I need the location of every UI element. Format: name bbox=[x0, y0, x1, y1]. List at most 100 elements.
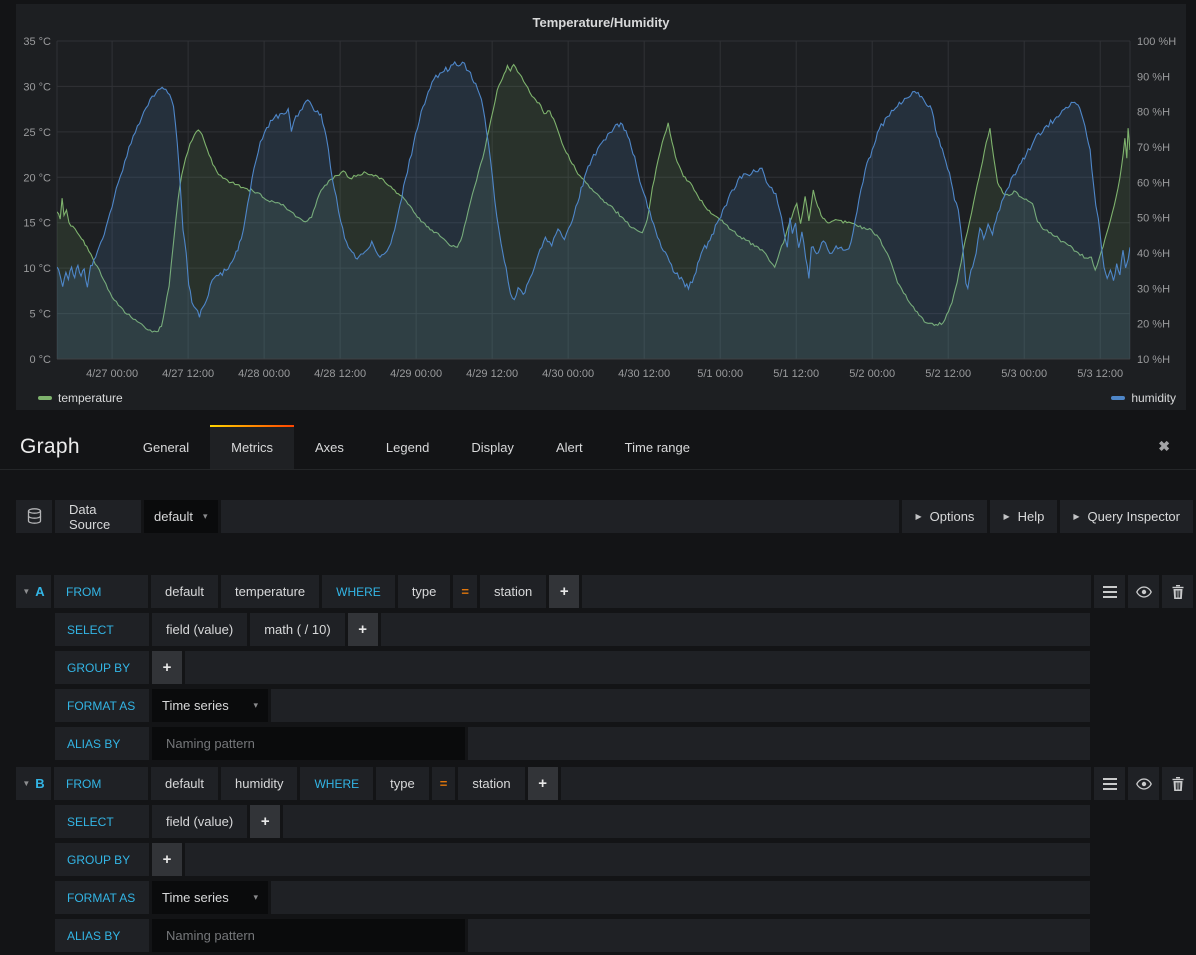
left-axis-tick: 35 °C bbox=[23, 36, 51, 48]
aliasby-keyword: ALIAS BY bbox=[55, 727, 149, 760]
query-a-operator[interactable]: = bbox=[453, 575, 477, 608]
query-a-from-filler bbox=[582, 575, 1091, 608]
help-button-label: Help bbox=[1018, 509, 1045, 524]
panel-type-title: Graph bbox=[20, 435, 80, 459]
query-b-groupby-filler bbox=[185, 843, 1090, 876]
datasource-icon bbox=[16, 500, 52, 533]
query-b-alias-row: ALIAS BY bbox=[55, 919, 1090, 952]
x-tick-label: 4/30 12:00 bbox=[618, 368, 670, 380]
query-a-select-row: SELECT field (value) math ( / 10) + bbox=[55, 613, 1090, 646]
x-tick-label: 4/27 12:00 bbox=[162, 368, 214, 380]
query-b-operator[interactable]: = bbox=[432, 767, 456, 800]
query-a-select-field[interactable]: field (value) bbox=[152, 613, 247, 646]
datasource-value: default bbox=[154, 509, 193, 524]
query-a-eye-icon[interactable] bbox=[1128, 575, 1159, 608]
legend-item-temperature[interactable]: temperature bbox=[38, 391, 123, 405]
left-axis-tick: 0 °C bbox=[29, 354, 51, 366]
panel-title: Temperature/Humidity bbox=[16, 15, 1186, 30]
query-a-groupby-filler bbox=[185, 651, 1090, 684]
tab-axes[interactable]: Axes bbox=[294, 425, 365, 469]
temperature-legend-swatch bbox=[38, 396, 52, 400]
query-a-collapse[interactable]: ▼ A bbox=[16, 575, 51, 608]
query-b-collapse[interactable]: ▼ B bbox=[16, 767, 51, 800]
query-a-alias-input[interactable] bbox=[152, 727, 465, 760]
x-tick-label: 5/3 00:00 bbox=[1001, 368, 1047, 380]
x-tick-label: 4/30 00:00 bbox=[542, 368, 594, 380]
left-axis-tick: 10 °C bbox=[23, 263, 51, 275]
query-a-format-select[interactable]: Time series ▾ bbox=[152, 689, 268, 722]
query-a-tag-key[interactable]: type bbox=[398, 575, 451, 608]
query-b-alias-input[interactable] bbox=[152, 919, 465, 952]
query-b-format-select[interactable]: Time series ▾ bbox=[152, 881, 268, 914]
chevron-down-icon: ▾ bbox=[253, 700, 258, 711]
query-a-alias-row: ALIAS BY bbox=[55, 727, 1090, 760]
query-b-menu-icon[interactable] bbox=[1094, 767, 1125, 800]
query-a-select-filler bbox=[381, 613, 1090, 646]
query-inspector-button[interactable]: ▶ Query Inspector bbox=[1060, 500, 1193, 533]
query-b-policy[interactable]: default bbox=[151, 767, 218, 800]
query-a-tag-value[interactable]: station bbox=[480, 575, 546, 608]
query-b-tag-key[interactable]: type bbox=[376, 767, 429, 800]
datasource-select[interactable]: default ▾ bbox=[144, 500, 218, 533]
query-b-groupby-row: GROUP BY + bbox=[55, 843, 1090, 876]
left-axis-tick: 25 °C bbox=[23, 127, 51, 139]
query-a-policy[interactable]: default bbox=[151, 575, 218, 608]
right-axis-tick: 40 %H bbox=[1137, 248, 1170, 260]
right-axis-tick: 90 %H bbox=[1137, 71, 1170, 83]
tab-general[interactable]: General bbox=[122, 425, 210, 469]
x-tick-label: 4/28 12:00 bbox=[314, 368, 366, 380]
query-b-trash-icon[interactable] bbox=[1162, 767, 1193, 800]
query-a-alias-filler bbox=[468, 727, 1090, 760]
query-a-select-add-button[interactable]: + bbox=[348, 613, 378, 646]
tab-legend[interactable]: Legend bbox=[365, 425, 450, 469]
right-axis-tick: 100 %H bbox=[1137, 36, 1176, 48]
page: 0 °C5 °C10 °C15 °C20 °C25 °C30 °C35 °C10… bbox=[0, 0, 1196, 955]
chevron-down-icon: ▾ bbox=[203, 511, 208, 522]
query-b-eye-icon[interactable] bbox=[1128, 767, 1159, 800]
query-b-select-field[interactable]: field (value) bbox=[152, 805, 247, 838]
where-keyword: WHERE bbox=[322, 575, 395, 608]
left-axis-tick: 5 °C bbox=[29, 309, 51, 321]
datasource-row: Data Source default ▾ ▶ Options ▶ Help ▶… bbox=[16, 500, 1193, 533]
query-a-select-math[interactable]: math ( / 10) bbox=[250, 613, 344, 646]
query-a-trash-icon[interactable] bbox=[1162, 575, 1193, 608]
query-b-where-add-button[interactable]: + bbox=[528, 767, 558, 800]
graph-panel: 0 °C5 °C10 °C15 °C20 °C25 °C30 °C35 °C10… bbox=[16, 4, 1186, 410]
timeseries-chart: 0 °C5 °C10 °C15 °C20 °C25 °C30 °C35 °C10… bbox=[16, 4, 1186, 386]
chevron-down-icon: ▾ bbox=[253, 892, 258, 903]
panel-editor-tabbar: Graph General Metrics Axes Legend Displa… bbox=[0, 425, 1196, 470]
left-axis-tick: 30 °C bbox=[23, 81, 51, 93]
tab-time-range[interactable]: Time range bbox=[604, 425, 711, 469]
help-button[interactable]: ▶ Help bbox=[990, 500, 1057, 533]
legend-item-humidity[interactable]: humidity bbox=[1111, 391, 1176, 405]
x-tick-label: 4/29 00:00 bbox=[390, 368, 442, 380]
query-a-groupby-add-button[interactable]: + bbox=[152, 651, 182, 684]
query-a-measurement[interactable]: temperature bbox=[221, 575, 319, 608]
formatas-keyword: FORMAT AS bbox=[55, 881, 149, 914]
query-letter: A bbox=[35, 584, 44, 599]
query-a-groupby-row: GROUP BY + bbox=[55, 651, 1090, 684]
query-a-where-add-button[interactable]: + bbox=[549, 575, 579, 608]
query-b-select-add-button[interactable]: + bbox=[250, 805, 280, 838]
datasource-label: Data Source bbox=[55, 500, 141, 533]
caret-right-icon: ▶ bbox=[1003, 512, 1009, 521]
where-keyword: WHERE bbox=[300, 767, 373, 800]
query-a-menu-icon[interactable] bbox=[1094, 575, 1125, 608]
query-b-measurement[interactable]: humidity bbox=[221, 767, 297, 800]
options-button[interactable]: ▶ Options bbox=[902, 500, 987, 533]
query-b-tag-value[interactable]: station bbox=[458, 767, 524, 800]
query-b-from-filler bbox=[561, 767, 1091, 800]
tab-display[interactable]: Display bbox=[450, 425, 535, 469]
right-axis-tick: 10 %H bbox=[1137, 354, 1170, 366]
tab-metrics[interactable]: Metrics bbox=[210, 425, 294, 469]
humidity-legend-label[interactable]: humidity bbox=[1131, 391, 1176, 405]
temperature-legend-label[interactable]: temperature bbox=[58, 391, 123, 405]
query-inspector-button-label: Query Inspector bbox=[1088, 509, 1181, 524]
close-icon[interactable]: ✖ bbox=[1158, 438, 1170, 455]
formatas-keyword: FORMAT AS bbox=[55, 689, 149, 722]
right-axis-tick: 70 %H bbox=[1137, 142, 1170, 154]
tab-alert[interactable]: Alert bbox=[535, 425, 604, 469]
query-b-alias-filler bbox=[468, 919, 1090, 952]
query-b-groupby-add-button[interactable]: + bbox=[152, 843, 182, 876]
right-axis-tick: 50 %H bbox=[1137, 213, 1170, 225]
